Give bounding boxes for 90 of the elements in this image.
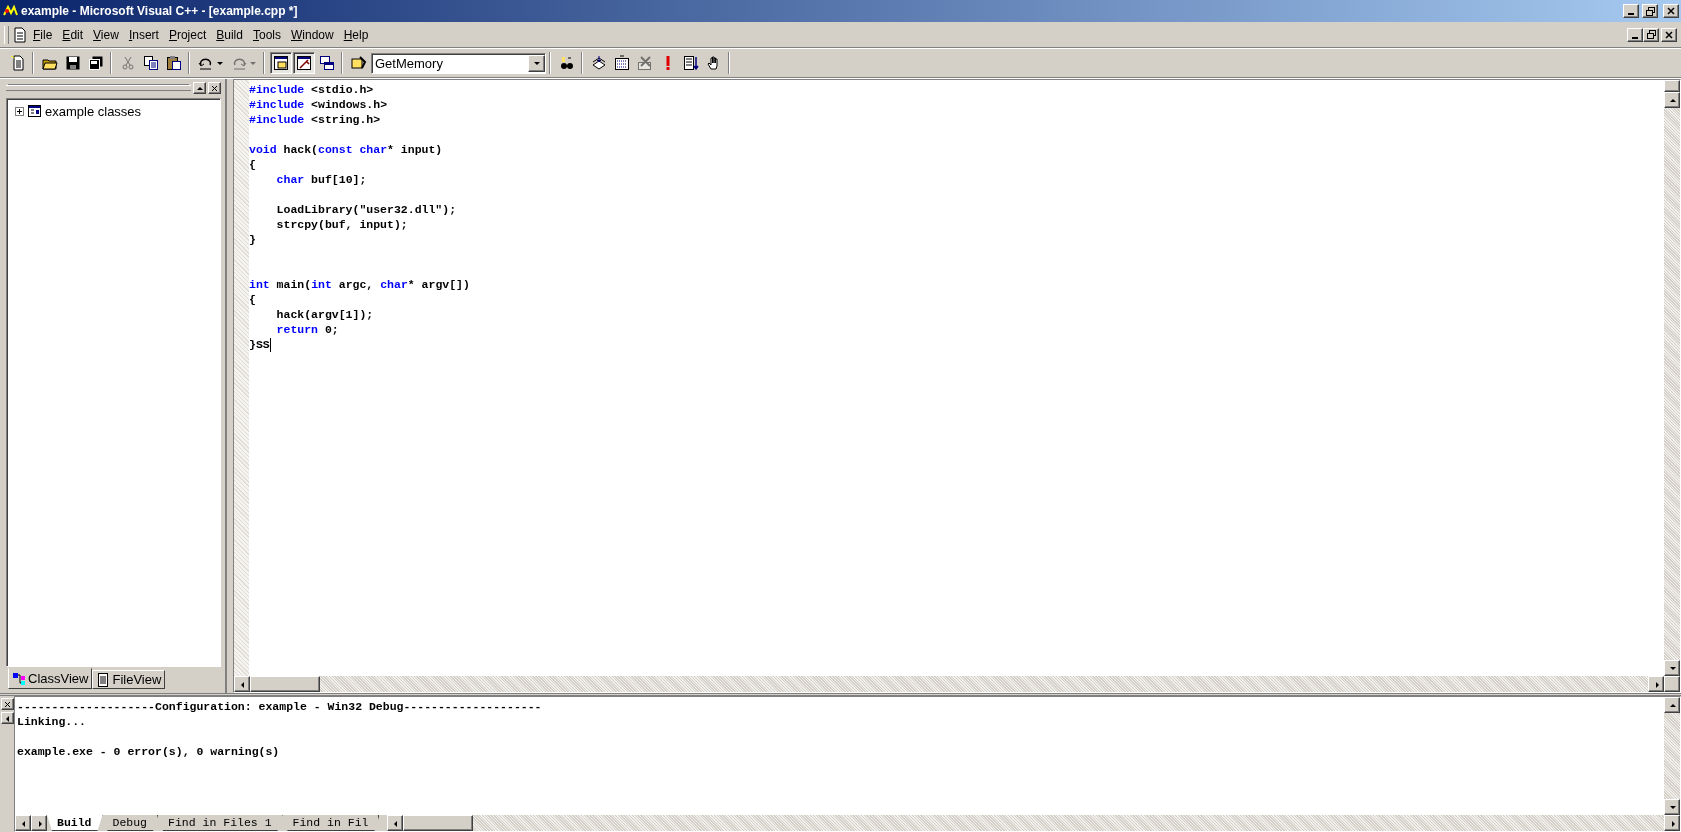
code-line: void hack(const char* input): [249, 142, 443, 157]
splitter-handle[interactable]: [1664, 80, 1680, 92]
code-line: int main(int argc, char* argv[]): [249, 277, 470, 292]
scroll-right-button[interactable]: [1648, 676, 1664, 692]
new-file-icon: [10, 55, 26, 71]
save-icon: [65, 55, 81, 71]
minimize-icon: [1632, 36, 1638, 39]
output-line: Linking...: [17, 714, 86, 729]
output-window-icon: [296, 55, 312, 71]
scroll-left-button[interactable]: [234, 676, 250, 692]
scroll-right-button[interactable]: [1664, 815, 1680, 831]
scroll-right-button[interactable]: [31, 815, 47, 831]
close-icon: [3, 700, 11, 708]
toolbar-button[interactable]: [270, 52, 292, 74]
scroll-thumb[interactable]: [403, 815, 474, 831]
function-combo[interactable]: GetMemory: [371, 52, 546, 74]
windows-icon: [319, 55, 335, 71]
close-button[interactable]: [0, 698, 14, 710]
menu-item[interactable]: Window: [286, 25, 339, 44]
scroll-left-button[interactable]: [15, 815, 31, 831]
restore-button[interactable]: [1643, 27, 1659, 42]
code-line: char buf[10];: [275, 172, 367, 187]
minimize-button[interactable]: [1627, 27, 1643, 42]
scrollbar-corner: [1664, 676, 1680, 692]
wizard-icon: [351, 55, 367, 71]
output-tab[interactable]: Build: [47, 815, 103, 831]
close-button[interactable]: [1661, 27, 1677, 42]
scroll-thumb[interactable]: [250, 676, 320, 692]
code-line: hack(argv[1]);: [275, 307, 374, 322]
code-line: }SS: [249, 337, 271, 352]
code-line: #include <windows.h>: [249, 97, 388, 112]
code-line: {: [249, 292, 256, 307]
build-icon: [614, 55, 630, 71]
workspace-tab[interactable]: ClassView: [8, 668, 93, 689]
scroll-up-button[interactable]: [1664, 697, 1680, 713]
toolbar-button[interactable]: [293, 52, 315, 74]
code-line: }: [249, 232, 256, 247]
output-line: --------------------Configuration: example - Win32 Debug--------------------: [17, 699, 542, 714]
close-icon: [1667, 7, 1675, 15]
code-line: #include <stdio.h>: [249, 82, 374, 97]
close-icon: [1665, 30, 1673, 39]
menu-item[interactable]: Tools: [247, 25, 286, 44]
class-view-icon: [12, 671, 26, 686]
scroll-down-button[interactable]: [1664, 799, 1680, 815]
minimize-icon: [1628, 13, 1634, 15]
horizontal-scrollbar[interactable]: [387, 815, 1680, 831]
pane-gripper[interactable]: [6, 85, 191, 91]
vertical-scrollbar[interactable]: [1664, 80, 1680, 676]
copy-icon: [143, 55, 159, 71]
code-line: strcpy(buf, input);: [275, 217, 408, 232]
horizontal-scrollbar[interactable]: [234, 676, 1680, 692]
workspace-icon: [273, 55, 289, 71]
minimize-button[interactable]: [1623, 4, 1639, 18]
menu-item[interactable]: View: [88, 25, 124, 44]
code-line: return 0;: [275, 322, 339, 337]
compile-icon: [591, 55, 607, 71]
tree-item[interactable]: example classes: [45, 103, 142, 119]
menu-item[interactable]: Edit: [57, 25, 89, 44]
save-all-icon: [88, 55, 104, 71]
document-icon: [96, 672, 111, 687]
restore-icon: [1646, 30, 1656, 39]
scroll-left-button[interactable]: [387, 815, 404, 831]
menu-item[interactable]: Insert: [123, 25, 164, 44]
close-icon: [211, 84, 218, 92]
output-line: example.exe - 0 error(s), 0 warning(s): [17, 744, 280, 759]
vertical-scrollbar[interactable]: [1664, 697, 1680, 815]
restore-icon: [1645, 6, 1655, 16]
document-icon: [12, 26, 28, 43]
menu-item[interactable]: File: [28, 25, 58, 44]
pane-button[interactable]: [0, 712, 14, 724]
menu-item[interactable]: Project: [163, 25, 212, 44]
scroll-up-button[interactable]: [1664, 92, 1680, 108]
scroll-down-button[interactable]: [1664, 660, 1680, 676]
close-button[interactable]: [1663, 4, 1679, 18]
step-icon: [683, 55, 699, 71]
paste-icon: [166, 55, 182, 71]
code-line: #include <string.h>: [249, 112, 381, 127]
stop-build-icon: [637, 55, 653, 71]
pane-button[interactable]: [193, 82, 206, 94]
close-button[interactable]: [208, 82, 221, 94]
restore-button[interactable]: [1642, 4, 1658, 18]
classes-icon: [27, 103, 43, 119]
workspace-tab[interactable]: FileView: [92, 670, 166, 689]
code-line: {: [249, 157, 256, 172]
window-title: example - Microsoft Visual C++ - [example.cpp *]: [21, 4, 298, 18]
code-line: LoadLibrary("user32.dll");: [275, 202, 457, 217]
find-in-files-icon: [559, 55, 575, 71]
menu-item[interactable]: Help: [338, 25, 374, 44]
menu-item[interactable]: Build: [211, 25, 248, 44]
scissors-icon: [120, 55, 136, 71]
